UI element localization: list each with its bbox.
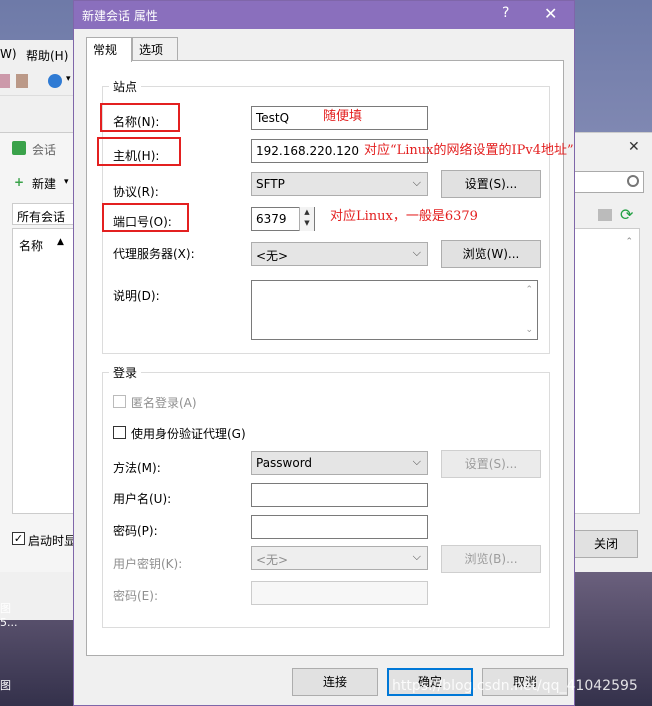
protocol-label: 协议(R): (113, 185, 159, 199)
userkey-select-value: <无> (256, 553, 289, 567)
proxy-label: 代理服务器(X): (113, 247, 195, 261)
protocol-settings-label: 设置(S)... (464, 177, 518, 191)
watermark-text: https://blog.csdn.net/qq_41042595 (392, 678, 638, 694)
method-select[interactable]: Password ⌵ (251, 451, 428, 475)
new-dropdown-icon[interactable]: ▾ (64, 177, 69, 187)
search-icon[interactable] (627, 175, 639, 187)
close-session-icon[interactable]: ✕ (628, 139, 640, 155)
anonymous-label: 匿名登录(A) (131, 396, 197, 410)
anonymous-checkbox[interactable] (113, 395, 126, 408)
background-menubar: W) 帮助(H) (0, 44, 78, 64)
passphrase-input[interactable] (251, 581, 428, 605)
username-input[interactable] (251, 483, 428, 507)
dialog-title: 新建会话 属性 (82, 9, 158, 23)
description-label: 说明(D): (113, 289, 160, 303)
passphrase-label: 密码(E): (113, 589, 158, 603)
paste-icon[interactable] (16, 74, 28, 88)
background-toolbar: ▾ (0, 68, 78, 96)
desktop-tip-text: 图 5... 图 (0, 600, 18, 693)
spin-up-icon[interactable]: ▲ (300, 207, 314, 218)
login-group-title: 登录 (109, 364, 142, 381)
tab-options[interactable]: 选项 (132, 37, 178, 61)
startup-label: 启动时显 (28, 534, 77, 548)
name-annotation: 随便填 (323, 109, 363, 124)
session-icon (12, 141, 26, 155)
sort-asc-icon: ▲ (57, 237, 64, 247)
login-group: 登录 匿名登录(A) 使用身份验证代理(G) 方法(M): Password ⌵… (102, 364, 550, 628)
connect-label: 连接 (322, 675, 347, 689)
port-spinner[interactable]: ▲ ▼ (299, 207, 314, 231)
userkey-select[interactable]: <无> ⌵ (251, 546, 428, 570)
username-label: 用户名(U): (113, 492, 172, 506)
startup-option: ✓ 启动时显 (0, 526, 78, 556)
password-input[interactable] (251, 515, 428, 539)
proxy-select-value: <无> (256, 249, 289, 263)
port-input[interactable]: 6379 ▲ ▼ (251, 207, 315, 231)
description-textarea[interactable]: ⌃ ⌄ (251, 280, 538, 340)
port-highlight-box (102, 203, 189, 232)
host-annotation: 对应“Linux的网络设置的IPv4地址” (364, 143, 574, 158)
proxy-browse-button[interactable]: 浏览(W)... (441, 240, 541, 268)
dialog-titlebar[interactable]: 新建会话 属性 ? ✕ (74, 1, 574, 29)
desktop-tip-line-1: 图 (0, 602, 11, 615)
proxy-browse-label: 浏览(W)... (462, 247, 520, 261)
tab-general[interactable]: 常规 (86, 37, 132, 62)
userkey-browse-label: 浏览(B)... (464, 552, 518, 566)
background-session-list[interactable]: 名称 ▲ (12, 228, 78, 514)
chevron-down-icon: ⌵ (412, 550, 421, 563)
globe-icon[interactable] (48, 74, 62, 88)
globe-dropdown-icon[interactable]: ▾ (66, 74, 71, 84)
name-column-header[interactable]: 名称 (19, 237, 43, 254)
close-icon[interactable]: ✕ (544, 4, 557, 23)
method-settings-button[interactable]: 设置(S)... (441, 450, 541, 478)
list-scroll-icon: ⌃ (625, 237, 633, 247)
chevron-down-icon: ⌵ (412, 455, 421, 468)
connect-button[interactable]: 连接 (292, 668, 378, 696)
agent-checkbox[interactable] (113, 426, 126, 439)
spin-down-icon[interactable]: ▼ (300, 218, 314, 229)
startup-checkbox[interactable]: ✓ (12, 532, 25, 545)
userkey-label: 用户密钥(K): (113, 557, 183, 571)
proxy-select[interactable]: <无> ⌵ (251, 242, 428, 266)
all-sessions-header[interactable]: 所有会话 (12, 203, 78, 225)
scroll-down-icon[interactable]: ⌄ (525, 325, 533, 335)
chevron-down-icon: ⌵ (412, 176, 421, 189)
refresh-icon[interactable]: ⟳ (620, 205, 633, 224)
password-label: 密码(P): (113, 524, 158, 538)
port-annotation: 对应Linux，一般是6379 (330, 209, 478, 224)
menu-item-help[interactable]: 帮助(H) (26, 47, 68, 64)
name-highlight-box (100, 103, 180, 132)
userkey-browse-button[interactable]: 浏览(B)... (441, 545, 541, 573)
search-field[interactable] (574, 171, 644, 193)
menu-item-w[interactable]: W) (0, 47, 17, 61)
host-highlight-box (97, 137, 181, 166)
session-tab[interactable]: 会话 (32, 141, 56, 158)
site-group-title: 站点 (109, 78, 142, 95)
desktop-tip-line-3: 图 (0, 679, 11, 692)
all-sessions-label: 所有会话 (17, 210, 66, 224)
help-icon[interactable]: ? (502, 5, 509, 21)
method-label: 方法(M): (113, 461, 161, 475)
background-session-list-right: ⌃ (574, 228, 640, 514)
new-session-button[interactable]: 新建 (32, 175, 56, 192)
agent-label: 使用身份验证代理(G) (131, 427, 246, 441)
background-close-button[interactable]: 关闭 (574, 530, 638, 558)
protocol-select[interactable]: SFTP ⌵ (251, 172, 428, 196)
method-settings-label: 设置(S)... (464, 457, 518, 471)
new-icon: + (14, 175, 25, 189)
method-select-value: Password (256, 456, 313, 470)
desktop-tip-line-2: 5... (0, 616, 18, 629)
chevron-down-icon: ⌵ (412, 246, 421, 259)
protocol-settings-button[interactable]: 设置(S)... (441, 170, 541, 198)
protocol-select-value: SFTP (256, 177, 285, 191)
port-input-value: 6379 (256, 212, 287, 226)
scroll-up-icon[interactable]: ⌃ (525, 285, 533, 295)
folder-icon[interactable] (598, 209, 612, 221)
background-close-label: 关闭 (593, 537, 618, 551)
clipboard-icon[interactable] (0, 74, 10, 88)
